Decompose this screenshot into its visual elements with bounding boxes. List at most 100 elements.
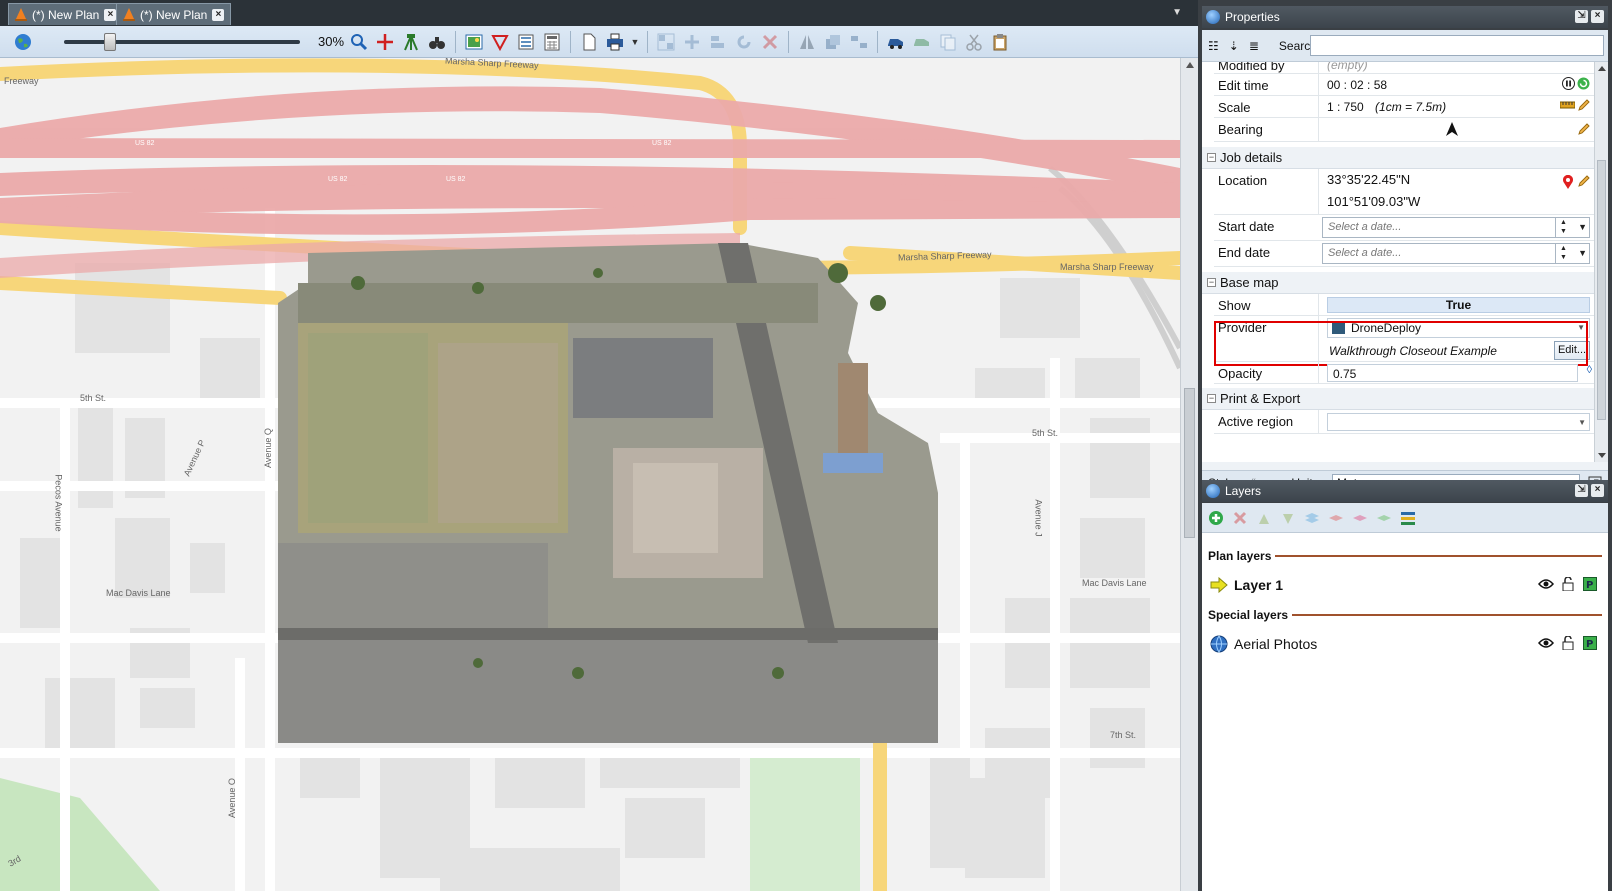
category-base-map[interactable]: − Base map (1202, 272, 1594, 294)
sort-icon[interactable]: ⇣ (1229, 39, 1239, 53)
move-layer-down-icon (1283, 513, 1293, 524)
reset-timer-icon[interactable] (1577, 77, 1590, 90)
pencil-edit-icon[interactable] (1577, 99, 1590, 112)
date-spinner-icon[interactable]: ▲ ▼ (1555, 218, 1571, 237)
binoculars-icon[interactable] (426, 31, 448, 53)
highlight-box (1214, 321, 1588, 366)
toolbar-separator (647, 30, 648, 53)
dropdown-arrow-icon[interactable]: ▼ (1578, 222, 1587, 232)
print-layer-icon[interactable]: P (1582, 576, 1598, 592)
layers-panel: Plan layers Layer 1 P Special layers Aer… (1202, 503, 1608, 891)
property-row[interactable]: Opacity 0.75 ◊ (1214, 362, 1594, 384)
location-pin-icon[interactable] (1562, 175, 1574, 189)
scroll-down-arrow-icon[interactable] (1598, 453, 1606, 458)
collapse-icon[interactable]: − (1207, 394, 1216, 403)
survey-tripod-icon[interactable] (400, 31, 422, 53)
property-row[interactable]: Start date Select a date... ▲ ▼ ▼ (1214, 215, 1594, 241)
map-shield-label: US 82 (652, 140, 672, 147)
collapse-icon[interactable]: − (1207, 278, 1216, 287)
eye-visibility-icon[interactable] (1538, 635, 1554, 651)
properties-search-input[interactable] (1310, 35, 1604, 56)
toolbar-separator (570, 30, 571, 53)
eye-visibility-icon[interactable] (1538, 576, 1554, 592)
scroll-thumb[interactable] (1184, 388, 1195, 538)
add-layer-icon[interactable] (1208, 510, 1224, 526)
north-arrow-icon (1446, 122, 1458, 136)
paste-clipboard-icon[interactable] (989, 31, 1011, 53)
property-grid: Modified by (empty) Edit time 00 : 02 : … (1202, 62, 1594, 462)
property-row[interactable]: Location 33°35'22.45"N 101°51'09.03"W (1214, 169, 1594, 215)
pin-icon[interactable]: ⇲ (1575, 484, 1588, 497)
filter-triangle-icon[interactable] (489, 31, 511, 53)
zoom-slider-thumb[interactable] (104, 32, 116, 51)
dropdown-arrow-icon[interactable]: ▼ (1578, 418, 1586, 427)
categorized-view-icon[interactable]: ☷ (1208, 39, 1219, 53)
dropdown-arrow-icon[interactable]: ▼ (1578, 248, 1587, 258)
active-region-select[interactable] (1327, 413, 1590, 431)
lock-icon[interactable] (1560, 635, 1576, 651)
print-dropdown-icon[interactable]: ▼ (630, 31, 640, 53)
layers-icon (1206, 484, 1220, 498)
scroll-thumb[interactable] (1597, 160, 1606, 420)
pencil-edit-icon[interactable] (1577, 175, 1590, 188)
calculator-icon[interactable] (541, 31, 563, 53)
properties-panel-header: Properties ⇲ × (1202, 6, 1608, 28)
map-canvas[interactable]: Marsha Sharp Freeway Freeway Marsha Shar… (0, 58, 1180, 891)
opacity-input[interactable]: 0.75 (1327, 364, 1578, 382)
pin-icon[interactable]: ⇲ (1575, 10, 1588, 23)
pencil-edit-icon[interactable] (1577, 123, 1590, 136)
property-row[interactable]: Edit time 00 : 02 : 58 (1214, 74, 1594, 96)
vehicle-icon[interactable] (885, 31, 907, 53)
properties-toolbar: ☷ ⇣ ≣ Search: (1202, 30, 1608, 62)
category-job-details[interactable]: − Job details (1202, 147, 1594, 169)
opacity-spinner-icon[interactable]: ◊ (1587, 364, 1592, 376)
pan-cross-icon[interactable] (374, 31, 396, 53)
map-road-label: Avenue J (1033, 499, 1044, 537)
plan-cone-icon (123, 8, 135, 21)
close-panel-icon[interactable]: × (1591, 10, 1604, 23)
layer-list-icon[interactable] (1400, 510, 1416, 526)
layer-row[interactable]: Aerial Photos P (1210, 631, 1602, 657)
property-row[interactable]: Active region ▼ (1214, 410, 1594, 434)
zoom-slider[interactable] (64, 31, 300, 53)
close-tab-icon[interactable]: × (104, 8, 117, 21)
start-date-picker[interactable]: Select a date... ▲ ▼ ▼ (1322, 217, 1590, 238)
property-value: 0.75 ◊ (1318, 362, 1594, 383)
map-shield-label: US 82 (328, 176, 348, 183)
toolbar-separator (455, 30, 456, 53)
tab-label: (*) New Plan (140, 7, 208, 22)
end-date-picker[interactable]: Select a date... ▲ ▼ ▼ (1322, 243, 1590, 264)
property-row[interactable]: Scale 1 : 750 (1cm = 7.5m) (1214, 96, 1594, 118)
close-panel-icon[interactable]: × (1591, 484, 1604, 497)
layer-row[interactable]: Layer 1 P (1210, 572, 1602, 598)
list-view-icon[interactable]: ≣ (1249, 39, 1259, 53)
scroll-up-arrow-icon[interactable] (1598, 66, 1606, 71)
ruler-icon[interactable] (1560, 99, 1575, 111)
property-row[interactable]: Show True (1214, 294, 1594, 316)
show-toggle[interactable]: True (1327, 297, 1590, 313)
document-tab[interactable]: (*) New Plan × (8, 3, 124, 25)
image-layer-icon[interactable] (463, 31, 485, 53)
layers-toolbar (1202, 503, 1608, 533)
property-row[interactable]: Modified by (empty) (1214, 62, 1594, 74)
document-tab[interactable]: (*) New Plan × (116, 3, 232, 25)
new-page-icon[interactable] (578, 31, 600, 53)
category-print-export[interactable]: − Print & Export (1202, 388, 1594, 410)
scroll-up-arrow-icon[interactable] (1186, 62, 1194, 68)
collapse-icon[interactable]: − (1207, 153, 1216, 162)
map-vertical-scrollbar[interactable] (1180, 58, 1198, 891)
tab-list-dropdown-icon[interactable]: ▼ (1172, 7, 1182, 18)
property-row[interactable]: End date Select a date... ▲ ▼ ▼ (1214, 241, 1594, 267)
zoom-magnifier-icon[interactable] (348, 31, 370, 53)
pause-icon[interactable] (1562, 77, 1575, 90)
close-tab-icon[interactable]: × (212, 8, 225, 21)
lock-icon[interactable] (1560, 576, 1576, 592)
property-row[interactable]: Bearing (1214, 118, 1594, 142)
globe-icon[interactable] (12, 31, 34, 53)
checklist-icon[interactable] (515, 31, 537, 53)
date-spinner-icon[interactable]: ▲ ▼ (1555, 244, 1571, 263)
print-icon[interactable] (604, 31, 626, 53)
property-grid-scrollbar[interactable] (1594, 62, 1608, 462)
property-name: End date (1218, 245, 1271, 260)
print-layer-icon[interactable]: P (1582, 635, 1598, 651)
